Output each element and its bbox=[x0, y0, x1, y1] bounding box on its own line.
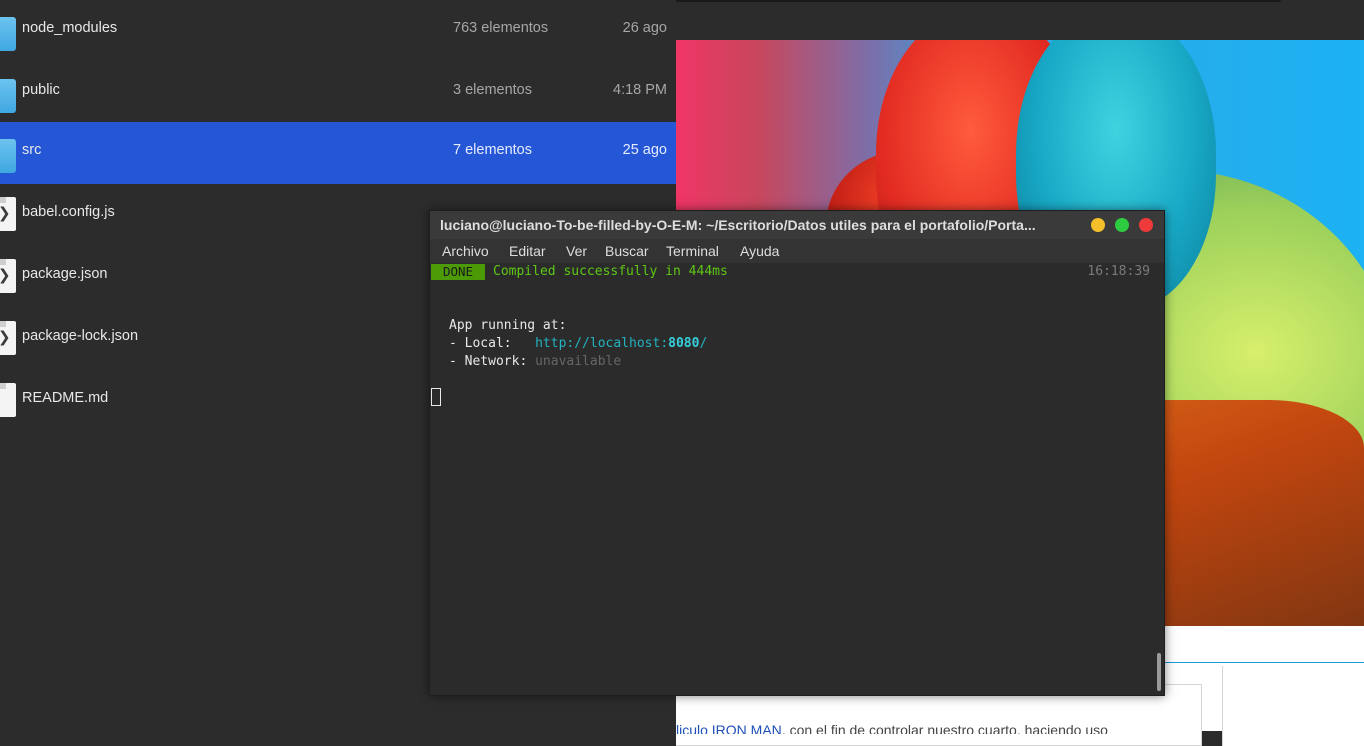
file-name: babel.config.js bbox=[22, 204, 115, 220]
content-card-side bbox=[1222, 666, 1364, 746]
network-line: - Network: unavailable bbox=[449, 353, 621, 371]
window-title: luciano@luciano-To-be-filled-by-O-E-M: ~… bbox=[440, 217, 1036, 233]
window-edge bbox=[676, 0, 1281, 2]
menu-ver[interactable]: Ver bbox=[566, 243, 587, 259]
file-name: public bbox=[22, 82, 60, 98]
menu-archivo[interactable]: Archivo bbox=[442, 243, 489, 259]
text-file-icon bbox=[0, 383, 16, 417]
compiled-message: Compiled successfully in 444ms bbox=[493, 264, 728, 279]
code-file-icon: ❯ bbox=[0, 321, 16, 355]
minimize-button[interactable] bbox=[1091, 218, 1105, 232]
local-label: - Local: bbox=[449, 336, 536, 351]
scrollbar-thumb[interactable] bbox=[1157, 653, 1161, 691]
close-button[interactable] bbox=[1139, 218, 1153, 232]
network-value: unavailable bbox=[535, 354, 622, 369]
file-name: src bbox=[22, 142, 42, 158]
modified-date: 25 ago bbox=[622, 142, 667, 158]
menu-buscar[interactable]: Buscar bbox=[605, 243, 649, 259]
file-name: node_modules bbox=[22, 20, 118, 36]
network-label: - Network: bbox=[449, 354, 536, 369]
local-port[interactable]: 8080 bbox=[668, 336, 699, 351]
terminal-output[interactable]: DONE Compiled successfully in 444ms 16:1… bbox=[430, 263, 1154, 695]
menu-terminal[interactable]: Terminal bbox=[666, 243, 719, 259]
running-line: App running at: bbox=[449, 318, 567, 333]
terminal-titlebar[interactable]: luciano@luciano-To-be-filled-by-O-E-M: ~… bbox=[430, 211, 1164, 239]
local-url-suffix[interactable]: / bbox=[699, 336, 707, 351]
code-file-icon: ❯ bbox=[0, 259, 16, 293]
menu-ayuda[interactable]: Ayuda bbox=[740, 243, 779, 259]
terminal-window[interactable]: luciano@luciano-To-be-filled-by-O-E-M: ~… bbox=[429, 210, 1165, 696]
list-item-selected[interactable]: src 7 elementos 25 ago bbox=[0, 122, 676, 184]
file-name: package.json bbox=[22, 266, 108, 282]
folder-icon bbox=[0, 17, 16, 51]
list-item[interactable]: node_modules 763 elementos 26 ago bbox=[0, 0, 676, 62]
terminal-cursor bbox=[431, 388, 441, 406]
folder-icon bbox=[0, 139, 16, 173]
item-count: 7 elementos bbox=[453, 142, 532, 158]
file-name: package-lock.json bbox=[22, 328, 139, 344]
local-url-prefix[interactable]: http://localhost: bbox=[535, 336, 668, 351]
list-item[interactable]: public 3 elementos 4:18 PM bbox=[0, 62, 676, 124]
paragraph-text: , con el fin de controlar nuestro cuarto… bbox=[781, 722, 1108, 734]
terminal-scrollbar[interactable] bbox=[1154, 263, 1164, 695]
item-count: 3 elementos bbox=[453, 82, 532, 98]
menu-editar[interactable]: Editar bbox=[509, 243, 546, 259]
timestamp: 16:18:39 bbox=[1087, 264, 1150, 279]
file-name: README.md bbox=[22, 390, 109, 406]
browser-top-strip bbox=[676, 0, 1364, 40]
maximize-button[interactable] bbox=[1115, 218, 1129, 232]
done-badge: DONE bbox=[431, 264, 485, 280]
folder-icon bbox=[0, 79, 16, 113]
local-line: - Local: http://localhost:8080/ bbox=[449, 335, 707, 353]
terminal-menubar: Archivo Editar Ver Buscar Terminal Ayuda bbox=[430, 239, 1164, 263]
item-count: 763 elementos bbox=[453, 20, 549, 36]
modified-date: 26 ago bbox=[622, 20, 667, 36]
modified-date: 4:18 PM bbox=[613, 82, 667, 98]
iron-man-link[interactable]: liculo IRON MAN bbox=[676, 722, 782, 734]
code-file-icon: ❯ bbox=[0, 197, 16, 231]
page-paragraph: liculo IRON MAN, con el fin de controlar… bbox=[676, 722, 1108, 734]
